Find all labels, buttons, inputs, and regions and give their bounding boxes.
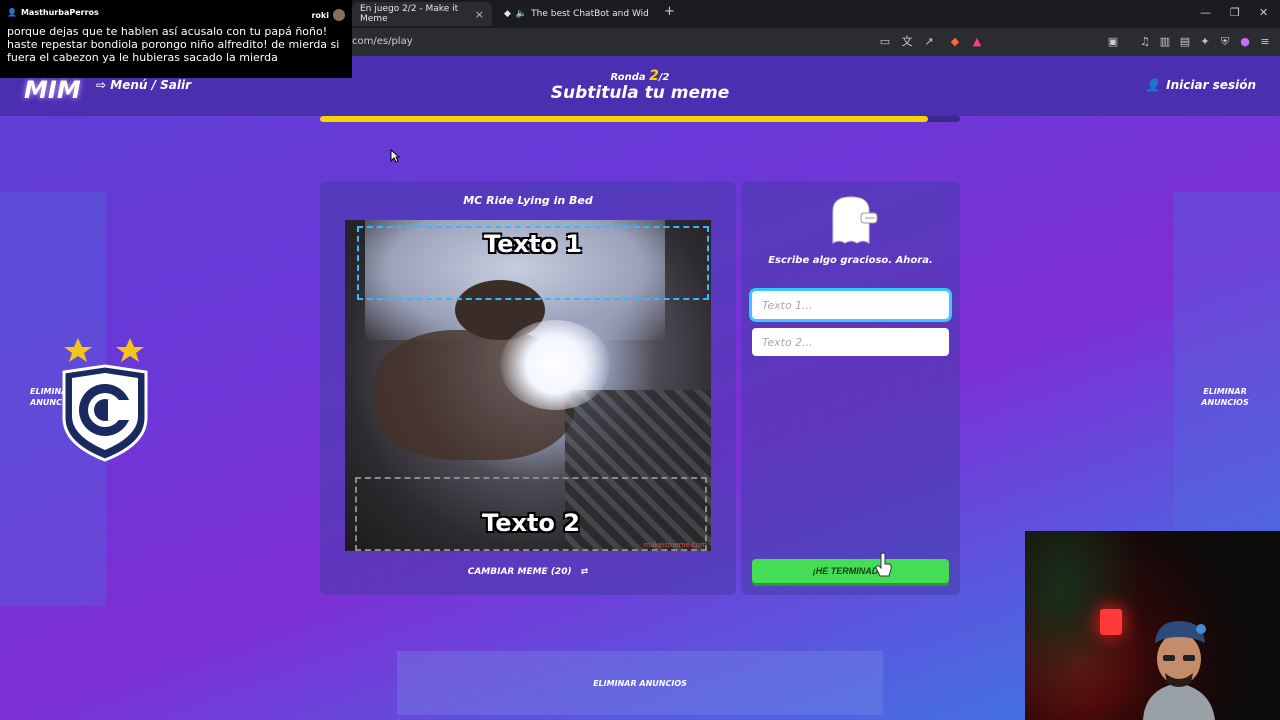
caption-panel: Escribe algo gracioso. Ahora. ¡HE TERMIN…	[741, 181, 960, 595]
done-button[interactable]: ¡HE TERMINADO!	[752, 559, 949, 583]
url-field[interactable]: com/es/play	[352, 36, 413, 47]
avatar	[333, 9, 345, 21]
chat-username: 👤 MasthurbaPerros	[7, 8, 99, 17]
round-timer-fill	[320, 116, 928, 122]
page-title: Subtitula tu meme	[550, 83, 730, 103]
close-window-icon[interactable]: ✕	[1259, 6, 1268, 19]
tab-make-it-meme[interactable]: En juego 2/2 - Make it Meme ×	[352, 2, 492, 26]
caption-input-1[interactable]	[752, 291, 949, 319]
mouse-cursor-icon	[390, 149, 400, 163]
webcam-overlay	[1025, 531, 1280, 720]
minimize-icon[interactable]: —	[1200, 6, 1211, 19]
rewards-icon[interactable]: ▲	[970, 35, 984, 49]
hand-pointer-icon	[875, 552, 892, 577]
remove-ads-label[interactable]: ELIMINAR ANUNCIOS	[593, 678, 687, 689]
screenshot-icon[interactable]: ▣	[1106, 35, 1120, 49]
streamer-figure	[1143, 621, 1215, 720]
tab-title: En juego 2/2 - Make it Meme	[360, 4, 459, 24]
login-label: Iniciar sesión	[1166, 78, 1256, 92]
round-timer-bar	[320, 116, 960, 122]
prompt-text: Escribe algo gracioso. Ahora.	[768, 255, 933, 266]
round-total: /2	[658, 72, 670, 83]
music-icon[interactable]: ♫	[1138, 35, 1152, 49]
leo-icon[interactable]: ✦	[1198, 35, 1212, 49]
meme-text-1: Texto 1	[484, 230, 582, 258]
restore-icon[interactable]: ❐	[1230, 6, 1240, 19]
translate-icon[interactable]: 文	[900, 35, 914, 49]
watermark: makeitmeme.com	[643, 541, 707, 549]
meme-text-2: Texto 2	[482, 509, 580, 537]
cast-icon[interactable]: ▭	[878, 35, 892, 49]
tab-title: The best ChatBot and Widgets fo	[531, 9, 648, 19]
user-icon: 👤	[7, 8, 17, 17]
wallet-icon[interactable]: ▤	[1178, 35, 1192, 49]
text-box-bottom[interactable]: Texto 2	[355, 477, 707, 551]
diamond-icon: ◆	[504, 9, 511, 19]
sidebar-icon[interactable]: ▥	[1158, 35, 1172, 49]
tab-chatbot[interactable]: ◆ 🔈 The best ChatBot and Widgets fo	[496, 2, 656, 26]
change-meme-label: CAMBIAR MEME (20)	[467, 567, 572, 577]
swap-icon: ⇄	[580, 567, 589, 577]
chat-message: porque dejas que te hablen así acusalo c…	[7, 25, 340, 64]
chat-right-user: roki	[311, 9, 345, 21]
brave-shield-icon[interactable]: ◆	[948, 35, 962, 49]
meme-image: Texto 1 Texto 2 makeitmeme.com	[345, 220, 711, 551]
share-icon[interactable]: ↗	[922, 35, 936, 49]
club-crest-logo	[62, 338, 148, 462]
text-box-top[interactable]: Texto 1	[357, 226, 709, 300]
new-tab-icon[interactable]: +	[664, 4, 675, 19]
login-link[interactable]: 👤 Iniciar sesión	[1145, 78, 1256, 92]
ad-bottom[interactable]: ELIMINAR ANUNCIOS	[397, 651, 883, 715]
close-tab-icon[interactable]: ×	[475, 8, 484, 21]
chat-overlay: 👤 MasthurbaPerros roki porque dejas que …	[0, 0, 352, 78]
menu-icon[interactable]: ≡	[1258, 35, 1272, 49]
speaker-icon: 🔈	[515, 9, 528, 19]
user-icon: 👤	[1145, 78, 1161, 92]
change-meme-button[interactable]: CAMBIAR MEME (20) ⇄	[320, 567, 736, 577]
vpn-icon[interactable]: ⛨	[1218, 35, 1232, 49]
round-current: 2	[649, 68, 659, 84]
meme-title: MC Ride Lying in Bed	[463, 194, 593, 207]
red-light	[1100, 609, 1122, 635]
ghost-mascot-icon	[832, 196, 878, 244]
caption-input-2[interactable]	[752, 328, 949, 356]
meme-panel: MC Ride Lying in Bed Texto 1 Texto 2 mak…	[320, 181, 736, 595]
remove-ads-label[interactable]: ELIMINAR ANUNCIOS	[1200, 386, 1250, 408]
profile-icon[interactable]: ●	[1238, 35, 1252, 49]
